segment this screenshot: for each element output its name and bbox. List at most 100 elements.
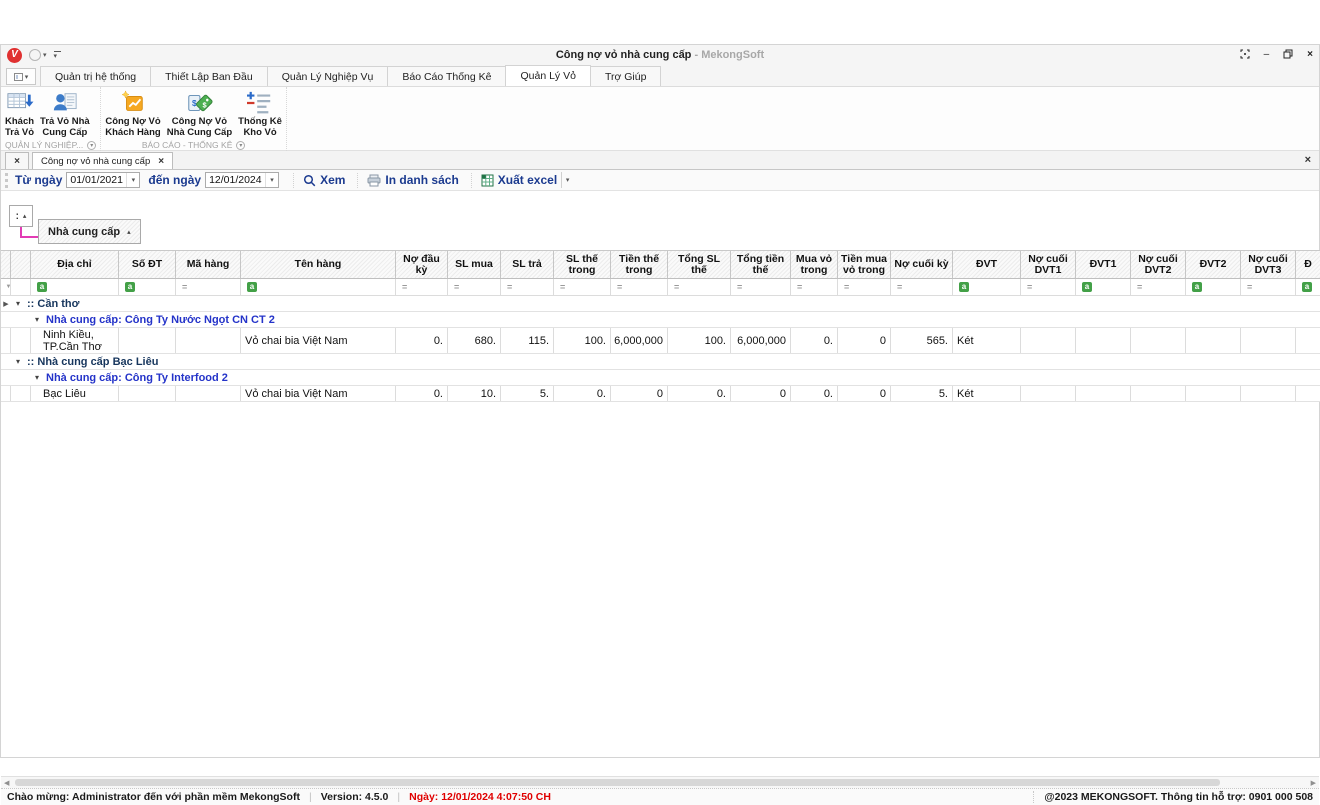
table-row[interactable]: Bạc LiêuVỏ chai bia Việt Nam0.10.5.0.00.… [1,386,1320,402]
group-panel-mini-box[interactable]: : ▴ [9,205,33,227]
cell-tong_tien_the[interactable]: 6,000,000 [731,328,791,353]
collapse-arrow-icon[interactable]: ▾ [16,357,20,366]
chevron-down-icon[interactable]: ▾ [126,173,139,187]
column-header-sl_mua[interactable]: SL mua [448,251,501,279]
ribbon-button-cong-no-vo-nha-cung-cap[interactable]: $ $ Công Nợ Vỏ Nhà Cung Cấp [164,88,235,139]
cell-no_dau_ky[interactable]: 0. [396,328,448,353]
cell-tien_the_trong[interactable]: 6,000,000 [611,328,668,353]
tab-bao-cao-thong-ke[interactable]: Báo Cáo Thống Kê [387,66,506,86]
scroll-right-icon[interactable]: ▶ [1311,779,1316,787]
filter-cell-tien_mua_vo_trong[interactable]: = [838,279,891,296]
group-row[interactable]: ▾:: Nhà cung cấp Bạc Liêu [1,354,1320,370]
cell-ma_hang[interactable] [176,328,241,353]
cell-dvt1[interactable] [1076,328,1131,353]
table-row[interactable]: Ninh Kiều, TP.Cần Thơ Vỏ chai bia Việt Na… [1,328,1320,354]
column-header-tong_tien_the[interactable]: Tổng tiền thế [731,251,791,279]
close-all-tabs-button[interactable]: × [5,152,29,169]
collapse-arrow-icon[interactable]: ▾ [35,373,39,382]
cell-sl_the_trong[interactable]: 0. [554,386,611,401]
filter-cell-sl_tra[interactable]: = [501,279,554,296]
column-header-sl_tra[interactable]: SL trả [501,251,554,279]
column-header-no_cuoi_dvt1[interactable]: Nợ cuối DVT1 [1021,251,1076,279]
cell-so_dt[interactable] [119,386,176,401]
cell-sl_tra[interactable]: 5. [501,386,554,401]
cell-tong_sl_the[interactable]: 100. [668,328,731,353]
dialog-launcher-icon[interactable]: ▾ [87,141,96,150]
cell-no_cuoi_ky[interactable]: 5. [891,386,953,401]
filter-cell-so_dt[interactable]: a [119,279,176,296]
collapse-arrow-icon[interactable]: ▾ [16,299,20,308]
column-header-no_cuoi_dvt3[interactable]: Nợ cuối DVT3 [1241,251,1296,279]
cell-mua_vo_trong[interactable]: 0. [791,328,838,353]
dialog-launcher-icon[interactable]: ▾ [236,141,245,150]
scrollbar-thumb[interactable] [15,779,1220,786]
group-row[interactable]: ▾Nhà cung cấp: Công Ty Interfood 2 [1,370,1320,386]
collapse-arrow-icon[interactable]: ▾ [35,315,39,324]
column-header-no_cuoi_dvt2[interactable]: Nợ cuối DVT2 [1131,251,1186,279]
filter-cell-sl_mua[interactable]: = [448,279,501,296]
horizontal-scrollbar[interactable]: ◀ ▶ [1,776,1319,788]
tab-thiet-lap-ban-dau[interactable]: Thiết Lập Ban Đầu [150,66,268,86]
ribbon-button-cong-no-vo-khach-hang[interactable]: Công Nợ Vỏ Khách Hàng [102,88,163,139]
filter-cell-dia_chi[interactable]: a [31,279,119,296]
column-header-tien_mua_vo_trong[interactable]: Tiền mua vỏ trong [838,251,891,279]
filter-cell-ma_hang[interactable]: = [176,279,241,296]
tab-quan-tri-he-thong[interactable]: Quản trị hệ thống [40,66,151,86]
group-row[interactable]: ▶▾:: Cần thơ [1,296,1320,312]
filter-cell-tong_sl_the[interactable]: = [668,279,731,296]
cell-tien_mua_vo_trong[interactable]: 0 [838,328,891,353]
group-row[interactable]: ▾Nhà cung cấp: Công Ty Nước Ngọt CN CT 2 [1,312,1320,328]
grouped-column-nha-cung-cap[interactable]: Nhà cung cấp ▴ [38,219,141,244]
cell-sl_tra[interactable]: 115. [501,328,554,353]
cell-no_cuoi_dvt2[interactable] [1131,386,1186,401]
cell-mua_vo_trong[interactable]: 0. [791,386,838,401]
cell-sl_mua[interactable]: 680. [448,328,501,353]
column-header-tong_sl_the[interactable]: Tổng SL thế [668,251,731,279]
cell-so_dt[interactable] [119,328,176,353]
tab-tro-giup[interactable]: Trợ Giúp [590,66,662,86]
filter-cell-no_dau_ky[interactable]: = [396,279,448,296]
filter-cell-sl_the_trong[interactable]: = [554,279,611,296]
cell-dvt2[interactable] [1186,386,1241,401]
cell-sl_mua[interactable]: 10. [448,386,501,401]
cell-dvt1[interactable] [1076,386,1131,401]
cell-no_cuoi_dvt3[interactable] [1241,386,1296,401]
filter-cell-mua_vo_trong[interactable]: = [791,279,838,296]
cell-dvt3_cut[interactable] [1296,328,1320,353]
cell-ten_hang[interactable]: Vỏ chai bia Việt Nam [241,328,396,353]
cell-no_cuoi_dvt1[interactable] [1021,328,1076,353]
cell-dia_chi[interactable]: Ninh Kiều, TP.Cần Thơ [31,328,119,353]
cell-no_cuoi_dvt3[interactable] [1241,328,1296,353]
cell-ten_hang[interactable]: Vỏ chai bia Việt Nam [241,386,396,401]
cell-no_cuoi_ky[interactable]: 565. [891,328,953,353]
filter-cell-no_cuoi_dvt3[interactable]: = [1241,279,1296,296]
close-icon[interactable]: × [158,156,164,167]
column-header-dia_chi[interactable]: Địa chỉ [31,251,119,279]
column-header-no_cuoi_ky[interactable]: Nợ cuối kỳ [891,251,953,279]
filter-cell-tien_the_trong[interactable]: = [611,279,668,296]
chevron-down-icon[interactable]: ▾ [561,172,573,188]
column-header-dvt3_cut[interactable]: Đ [1296,251,1320,279]
close-icon[interactable]: × [1305,154,1311,166]
cell-dvt2[interactable] [1186,328,1241,353]
cell-expand[interactable] [11,328,31,353]
print-list-button[interactable]: In danh sách [367,173,458,187]
filter-cell-dvt3_cut[interactable]: a [1296,279,1320,296]
column-header-dvt2[interactable]: ĐVT2 [1186,251,1241,279]
filter-cell-dvt1[interactable]: a [1076,279,1131,296]
column-header-ma_hang[interactable]: Mã hàng [176,251,241,279]
filter-cell-dvt[interactable]: a [953,279,1021,296]
cell-tien_the_trong[interactable]: 0 [611,386,668,401]
filter-cell-no_cuoi_dvt1[interactable]: = [1021,279,1076,296]
from-date-picker[interactable]: 01/01/2021 ▾ [66,172,140,188]
cell-dvt3_cut[interactable] [1296,386,1320,401]
filter-cell-no_cuoi_ky[interactable]: = [891,279,953,296]
chevron-down-icon[interactable]: ▾ [265,173,278,187]
cell-tong_sl_the[interactable]: 0. [668,386,731,401]
ribbon-button-khach-tra-vo[interactable]: Khách Trả Vỏ [2,88,37,139]
cell-tien_mua_vo_trong[interactable]: 0 [838,386,891,401]
column-header-dvt[interactable]: ĐVT [953,251,1021,279]
cell-no_cuoi_dvt2[interactable] [1131,328,1186,353]
fullscreen-button[interactable] [1240,49,1250,62]
column-header-tien_the_trong[interactable]: Tiền thế trong [611,251,668,279]
